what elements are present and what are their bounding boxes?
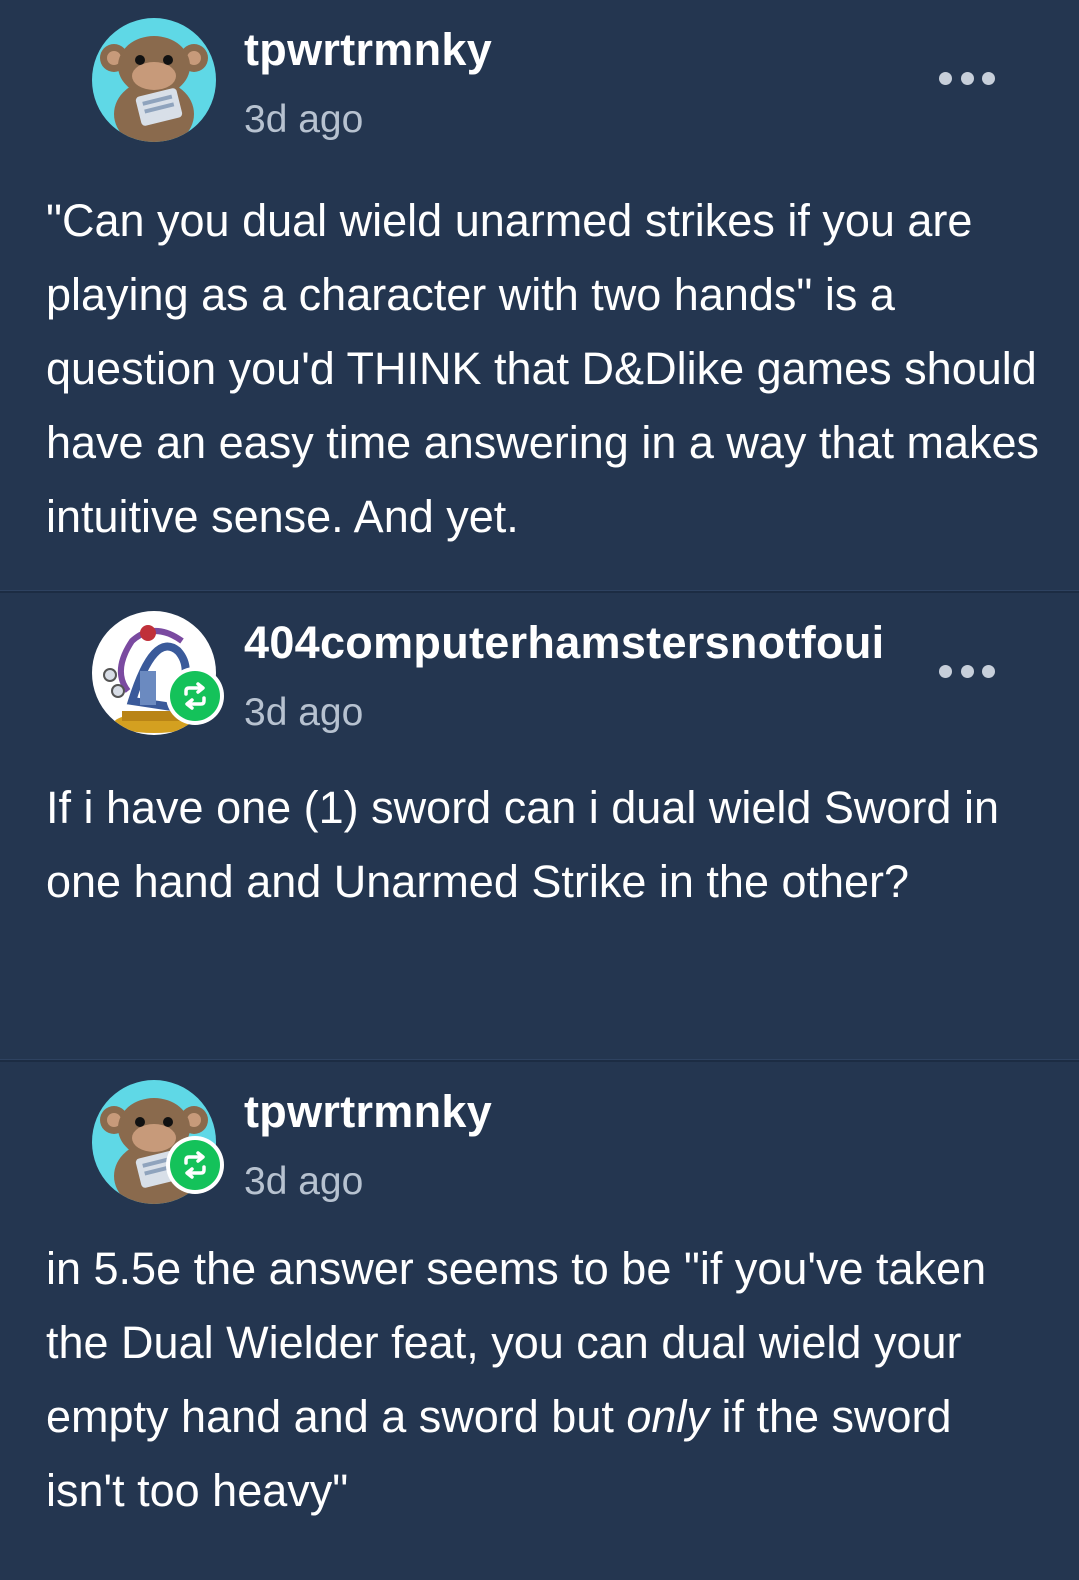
post: 404computerhamstersnotfoui 3d ago If i h… [0, 593, 1079, 1059]
body-text-emphasis: only [626, 1391, 709, 1442]
post-body: in 5.5e the answer seems to be "if you'v… [46, 1232, 1039, 1528]
username[interactable]: tpwrtrmnky [244, 1086, 492, 1138]
reblog-icon [170, 1140, 220, 1190]
post: tpwrtrmnky 3d ago in 5.5e the answer see… [0, 1062, 1079, 1580]
avatar[interactable] [92, 1080, 224, 1204]
post-header: tpwrtrmnky 3d ago [46, 1062, 1033, 1212]
post-body: If i have one (1) sword can i dual wield… [46, 782, 999, 907]
post-body: "Can you dual wield unarmed strikes if y… [46, 195, 1040, 542]
reblog-badge [166, 667, 224, 725]
timestamp: 3d ago [244, 98, 364, 141]
post-header: tpwrtrmnky 3d ago [46, 0, 1033, 150]
dot [982, 664, 995, 678]
dot [960, 71, 974, 85]
dot [982, 71, 995, 85]
post-header: 404computerhamstersnotfoui 3d ago [46, 593, 1033, 743]
reblog-badge [166, 1136, 224, 1194]
more-horizontal-icon[interactable] [939, 663, 995, 679]
username[interactable]: 404computerhamstersnotfoui [244, 617, 884, 669]
reblog-icon [170, 671, 220, 721]
avatar[interactable] [92, 611, 224, 735]
timestamp: 3d ago [244, 691, 364, 734]
monkey-avatar-icon [92, 18, 216, 142]
username[interactable]: tpwrtrmnky [244, 24, 492, 76]
dot [960, 664, 974, 678]
reblog-thread: tpwrtrmnky 3d ago "Can you dual wield un… [0, 0, 1079, 1574]
avatar[interactable] [92, 18, 216, 142]
more-horizontal-icon[interactable] [939, 70, 995, 86]
dot [939, 71, 952, 85]
post: tpwrtrmnky 3d ago "Can you dual wield un… [0, 0, 1079, 590]
dot [939, 664, 952, 678]
timestamp: 3d ago [244, 1160, 364, 1203]
